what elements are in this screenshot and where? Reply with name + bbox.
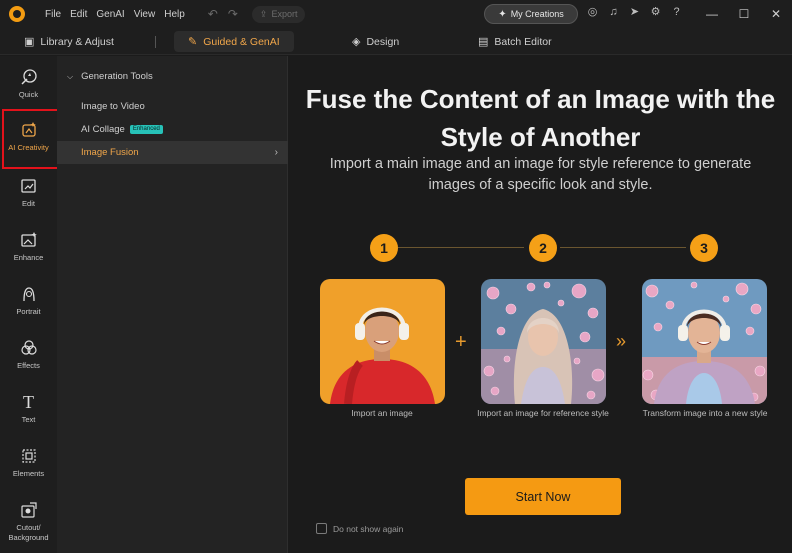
step-connector-1: [398, 247, 524, 248]
rail-item-cutout-background[interactable]: Cutout/ Background: [0, 501, 57, 543]
send-icon[interactable]: ➤: [628, 6, 641, 19]
effects-icon: [19, 339, 39, 357]
help-icon[interactable]: ?: [670, 6, 683, 19]
rail-label-cutout-background: Cutout/ Background: [8, 523, 49, 542]
rail-item-edit[interactable]: Edit: [0, 177, 57, 209]
elements-icon: [19, 447, 39, 465]
generation-tools-header[interactable]: ⌵ Generation Tools: [67, 71, 153, 82]
window-controls: — ☐ ✕: [696, 0, 792, 28]
layers-icon: ◈: [352, 36, 361, 48]
step-number-1: 1: [370, 234, 398, 262]
tab-batch-editor[interactable]: ▤ Batch Editor: [478, 31, 552, 52]
rail-item-enhance[interactable]: Enhance: [0, 231, 57, 263]
tab-design-label: Design: [366, 35, 400, 48]
main-image-example: [320, 279, 445, 404]
tab-guided-genai[interactable]: ✎ Guided & GenAI: [174, 31, 294, 52]
rail-item-text[interactable]: T Text: [0, 391, 57, 425]
rail-item-portrait[interactable]: Portrait: [0, 285, 57, 317]
generation-tools-panel: ⌵ Generation Tools Image to Video AI Col…: [57, 56, 288, 553]
start-now-button[interactable]: Start Now: [465, 478, 621, 515]
rail-label-portrait: Portrait: [16, 307, 41, 316]
close-icon[interactable]: ✕: [760, 0, 792, 28]
rail-label-text: Text: [21, 415, 36, 424]
main-content: Fuse the Content of an Image with the St…: [289, 56, 792, 553]
tool-image-fusion[interactable]: Image Fusion ›: [57, 141, 288, 164]
rail-label-effects: Effects: [17, 361, 40, 370]
minimize-icon[interactable]: —: [696, 0, 728, 28]
step-number-2: 2: [529, 234, 557, 262]
titlebar-icons: ◎ ♫ ➤ ⚙ ?: [586, 6, 683, 19]
generation-tools-title: Generation Tools: [81, 71, 153, 82]
rail-item-quick[interactable]: Quick: [0, 68, 57, 100]
maximize-icon[interactable]: ☐: [728, 0, 760, 28]
checkbox[interactable]: [316, 523, 327, 534]
redo-icon[interactable]: ↷: [228, 7, 238, 21]
chevron-right-icon: ›: [274, 147, 278, 158]
tab-library-adjust[interactable]: ▣ Library & Adjust: [24, 31, 114, 52]
export-icon: ⇪: [259, 8, 268, 19]
my-creations-label: My Creations: [510, 9, 564, 19]
do-not-show-label: Do not show again: [333, 523, 404, 534]
highlight-box: [2, 109, 60, 169]
style-reference-example: [481, 279, 606, 404]
enhance-icon: [19, 231, 39, 249]
portrait-icon: [19, 285, 39, 303]
tool-label: Image to Video: [81, 101, 145, 112]
rail-item-effects[interactable]: Effects: [0, 339, 57, 371]
library-icon: ▣: [24, 36, 35, 48]
menu-bar: File Edit GenAI View Help: [45, 9, 194, 20]
step-caption-3: Transform image into a new style: [642, 408, 768, 418]
tool-image-to-video[interactable]: Image to Video: [57, 95, 288, 118]
menu-genai[interactable]: GenAI: [96, 9, 124, 20]
tool-ai-collage[interactable]: AI Collage Enhanced: [57, 118, 288, 141]
do-not-show-again[interactable]: Do not show again: [316, 523, 403, 534]
rail-label-enhance: Enhance: [13, 253, 44, 262]
quick-icon: [19, 68, 39, 86]
edit-icon: [19, 177, 39, 195]
rail-label-edit: Edit: [22, 199, 35, 208]
undo-icon[interactable]: ↶: [208, 7, 218, 21]
export-button[interactable]: ⇪ Export: [251, 5, 306, 23]
tab-divider: [155, 36, 156, 48]
step-connector-2: [560, 247, 686, 248]
export-label: Export: [271, 9, 298, 19]
enhanced-badge: Enhanced: [129, 125, 163, 134]
app-logo-icon: [9, 6, 25, 22]
gear-icon[interactable]: ⚙: [649, 6, 662, 19]
plus-icon: +: [455, 331, 467, 353]
menu-view[interactable]: View: [134, 9, 156, 20]
rail-label-elements: Elements: [12, 469, 45, 478]
title-bar: File Edit GenAI View Help ↶ ↷ ⇪ Export ✦…: [0, 0, 792, 28]
menu-edit[interactable]: Edit: [70, 9, 87, 20]
rail-label-quick: Quick: [18, 90, 39, 99]
page-title: Fuse the Content of an Image with the St…: [305, 84, 776, 152]
step-caption-2: Import an image for reference style: [477, 408, 609, 418]
double-chevron-icon: »: [616, 331, 627, 351]
rail-item-elements[interactable]: Elements: [0, 447, 57, 479]
tab-batch-label: Batch Editor: [494, 35, 552, 48]
menu-file[interactable]: File: [45, 9, 61, 20]
tab-library-label: Library & Adjust: [40, 35, 114, 48]
undo-redo-group: ↶ ↷: [208, 7, 238, 21]
menu-help[interactable]: Help: [164, 9, 185, 20]
chevron-down-icon: ⌵: [67, 71, 74, 81]
tab-design[interactable]: ◈ Design: [352, 31, 399, 52]
cutout-icon: [19, 501, 39, 519]
page-subtitle: Import a main image and an image for sty…: [329, 156, 752, 193]
text-icon: T: [23, 391, 34, 412]
result-example: [642, 279, 767, 404]
my-creations-button[interactable]: ✦ My Creations: [484, 4, 578, 24]
sparkle-icon: ✦: [498, 8, 507, 20]
step-number-3: 3: [690, 234, 718, 262]
batch-icon: ▤: [478, 36, 489, 48]
user-icon[interactable]: ◎: [586, 6, 599, 19]
mode-tabs: ▣ Library & Adjust ✎ Guided & GenAI ◈ De…: [0, 28, 792, 55]
tool-label: AI Collage: [81, 124, 125, 135]
magic-wand-icon: ✎: [188, 36, 198, 48]
tool-label: Image Fusion: [81, 147, 139, 158]
step-caption-1: Import an image: [351, 408, 413, 418]
tab-guided-label: Guided & GenAI: [203, 35, 280, 48]
bell-icon[interactable]: ♫: [607, 6, 620, 19]
